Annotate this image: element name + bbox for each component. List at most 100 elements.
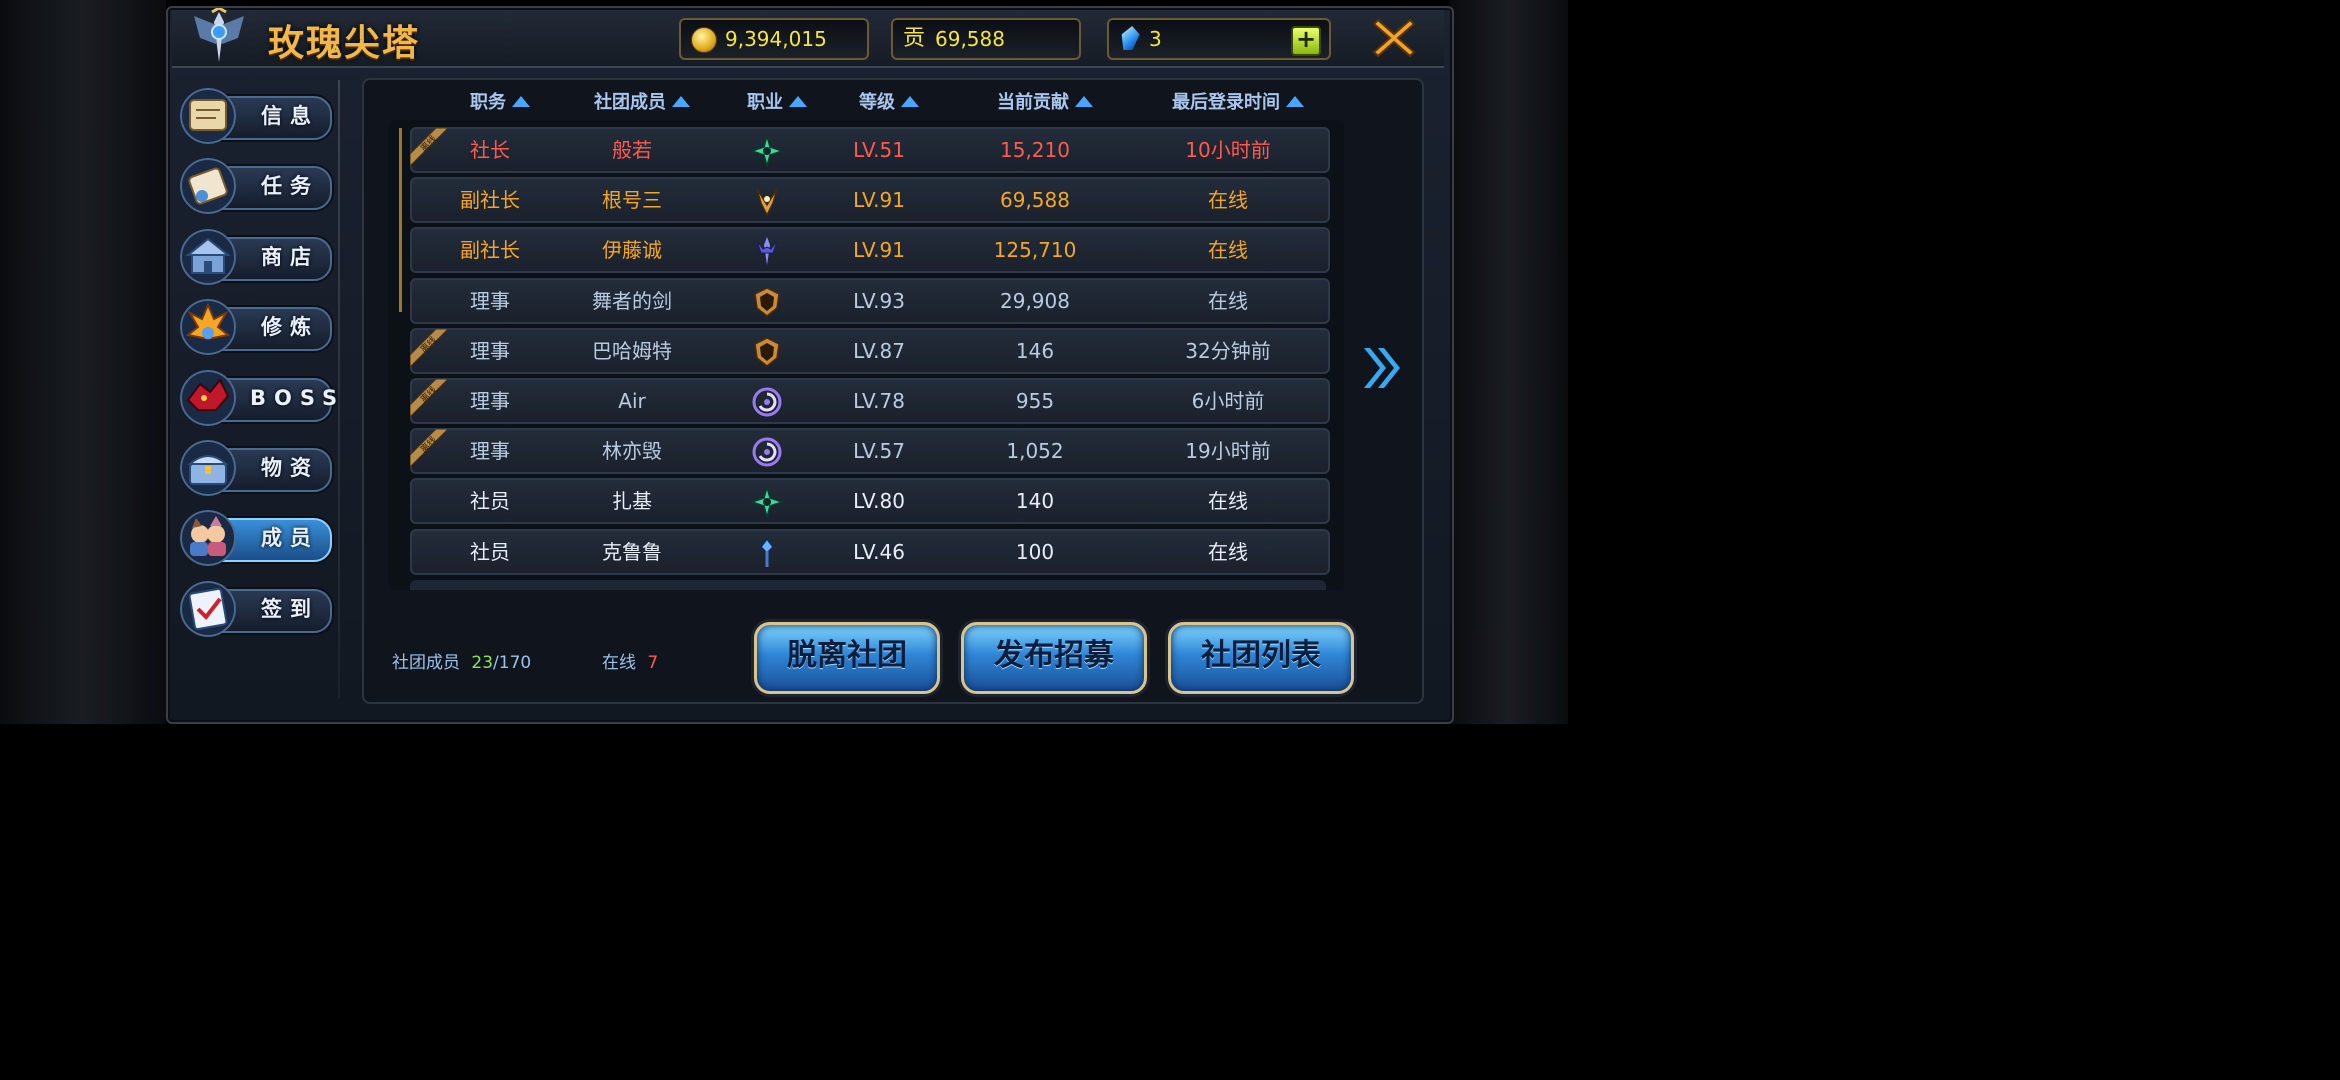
members-count-value: 23 xyxy=(471,653,494,673)
online-count: 在线 7 xyxy=(602,648,658,673)
checkin-icon xyxy=(180,580,236,637)
member-last-login: 在线 xyxy=(1208,188,1248,213)
table-row[interactable]: 理事 林亦毁 LV.57 1,052 19小时前 xyxy=(410,428,1330,475)
sidebar-item-1[interactable]: 任务 xyxy=(180,156,334,216)
sidebar-item-label: 签到 xyxy=(261,596,319,621)
member-contribution: 1,052 xyxy=(1006,439,1064,464)
post-recruitment-button[interactable]: 发布招募 xyxy=(961,622,1147,694)
add-gems-button[interactable]: + xyxy=(1291,26,1321,56)
member-last-login: 在线 xyxy=(1208,238,1248,263)
gem-icon xyxy=(1119,26,1141,50)
contribution-icon: 贡 xyxy=(903,26,926,51)
online-count-label: 在线 xyxy=(602,653,636,673)
table-row[interactable]: 副社长 伊藤诚 LV.91 125,710 在线 xyxy=(410,227,1330,274)
shield-class-icon xyxy=(754,286,780,317)
member-name: 根号三 xyxy=(602,188,662,213)
member-contribution: 955 xyxy=(1015,389,1055,413)
gem-counter: 3 + xyxy=(1107,18,1331,60)
table-row[interactable]: 社员 扎基 LV.80 140 在线 xyxy=(410,478,1330,525)
table-row[interactable]: 社员 克鲁鲁 LV.46 100 在线 xyxy=(410,528,1330,575)
column-header-label: 最后登录时间 xyxy=(1172,92,1280,113)
column-header-5[interactable]: 最后登录时间 xyxy=(1126,88,1338,114)
member-contribution: 125,710 xyxy=(993,238,1077,263)
member-contribution: 140 xyxy=(1015,489,1055,514)
sidebar-item-4[interactable]: BOSS xyxy=(180,368,337,428)
training-icon xyxy=(180,299,236,356)
contribution-counter: 贡 69,588 xyxy=(891,18,1081,60)
table-row[interactable]: 理事 巴哈姆特 LV.87 146 32分钟前 xyxy=(410,327,1330,374)
sort-ascending-icon xyxy=(512,96,530,107)
table-row[interactable]: 理事 舞者的剑 LV.93 29,908 在线 xyxy=(410,277,1330,324)
sidebar-item-3[interactable]: 修炼 xyxy=(180,297,334,357)
sidebar-item-0[interactable]: 信息 xyxy=(180,86,334,146)
sidebar-item-label: 任务 xyxy=(261,174,319,199)
sidebar-item-label: 成员 xyxy=(261,526,319,551)
member-last-login: 6小时前 xyxy=(1191,389,1265,413)
green-star-class-icon xyxy=(751,135,783,167)
close-icon[interactable] xyxy=(1370,14,1418,62)
member-name: 扎基 xyxy=(612,489,652,514)
swirl-class-icon xyxy=(752,387,782,417)
offline-ribbon-icon: 离线 xyxy=(410,379,448,417)
member-contribution: 15,210 xyxy=(1000,138,1070,162)
member-name: 舞者的剑 xyxy=(592,288,672,313)
member-contribution: 29,908 xyxy=(1000,288,1070,313)
column-header-4[interactable]: 当前贡献 xyxy=(933,88,1145,114)
sidebar-item-label: 物资 xyxy=(261,456,319,480)
sidebar-item-6[interactable]: 成员 xyxy=(180,508,334,568)
column-header-label: 当前贡献 xyxy=(997,92,1069,113)
boss-icon xyxy=(180,369,236,426)
guild-list-button[interactable]: 社团列表 xyxy=(1168,622,1354,694)
member-contribution: 146 xyxy=(1015,338,1055,363)
table-row[interactable]: 社长 般若 LV.51 15,210 10小时前 xyxy=(410,127,1330,173)
sidebar-item-7[interactable]: 签到 xyxy=(180,579,334,639)
table-row[interactable]: 副社长 根号三 LV.91 69,588 在线 xyxy=(410,177,1330,224)
online-count-value: 7 xyxy=(647,653,659,673)
guild-emblem-icon xyxy=(194,8,244,62)
shield-class-icon xyxy=(754,336,780,367)
table-row[interactable]: 理事 Air LV.78 955 6小时前 xyxy=(410,378,1330,424)
next-page-icon[interactable] xyxy=(1360,344,1404,392)
sidebar-item-label: 信息 xyxy=(261,104,319,128)
member-last-login: 在线 xyxy=(1208,288,1248,313)
green-star-class-icon xyxy=(751,486,783,519)
member-last-login: 在线 xyxy=(1208,489,1248,514)
members-icon xyxy=(180,510,236,567)
member-contribution: 69,588 xyxy=(1000,188,1070,213)
sidebar-item-5[interactable]: 物资 xyxy=(180,438,334,498)
swirl-class-icon xyxy=(752,437,782,467)
gold-value: 9,394,015 xyxy=(725,27,827,51)
background-left xyxy=(0,0,166,724)
column-header-label: 等级 xyxy=(859,92,895,113)
member-name: 林亦毁 xyxy=(602,439,662,464)
member-last-login: 19小时前 xyxy=(1185,439,1271,464)
member-name: 伊藤诚 xyxy=(602,238,662,263)
offline-ribbon-icon: 离线 xyxy=(410,328,448,367)
offline-ribbon-icon: 离线 xyxy=(410,128,448,166)
column-header-label: 职务 xyxy=(470,92,506,113)
scroll-icon xyxy=(180,88,236,144)
chest-icon xyxy=(180,440,236,496)
gold-coin-icon xyxy=(691,27,717,53)
member-name: 克鲁鲁 xyxy=(602,539,662,564)
sidebar-item-2[interactable]: 商店 xyxy=(180,227,334,287)
member-last-login: 32分钟前 xyxy=(1185,338,1271,363)
sort-ascending-icon xyxy=(1286,96,1304,107)
list-item-partial xyxy=(410,580,1326,590)
sort-ascending-icon xyxy=(901,96,919,107)
members-count-label: 社团成员 xyxy=(392,653,460,673)
gold-counter: 9,394,015 xyxy=(679,18,869,60)
gem-value: 3 xyxy=(1149,27,1162,51)
members-count-max: /170 xyxy=(493,653,532,673)
member-name: 般若 xyxy=(612,138,652,162)
gold-sword-class-icon xyxy=(756,188,778,217)
sidebar-item-label: 修炼 xyxy=(261,315,319,340)
background-right xyxy=(1450,0,1568,724)
page-title: 玫瑰尖塔 xyxy=(268,23,421,64)
blue-staff-class-icon xyxy=(760,537,774,567)
member-last-login: 10小时前 xyxy=(1185,138,1271,162)
contribution-value: 69,588 xyxy=(935,27,1005,51)
sort-ascending-icon xyxy=(1075,96,1093,107)
leave-guild-button[interactable]: 脱离社团 xyxy=(754,622,940,694)
column-header-label: 社团成员 xyxy=(594,92,666,113)
